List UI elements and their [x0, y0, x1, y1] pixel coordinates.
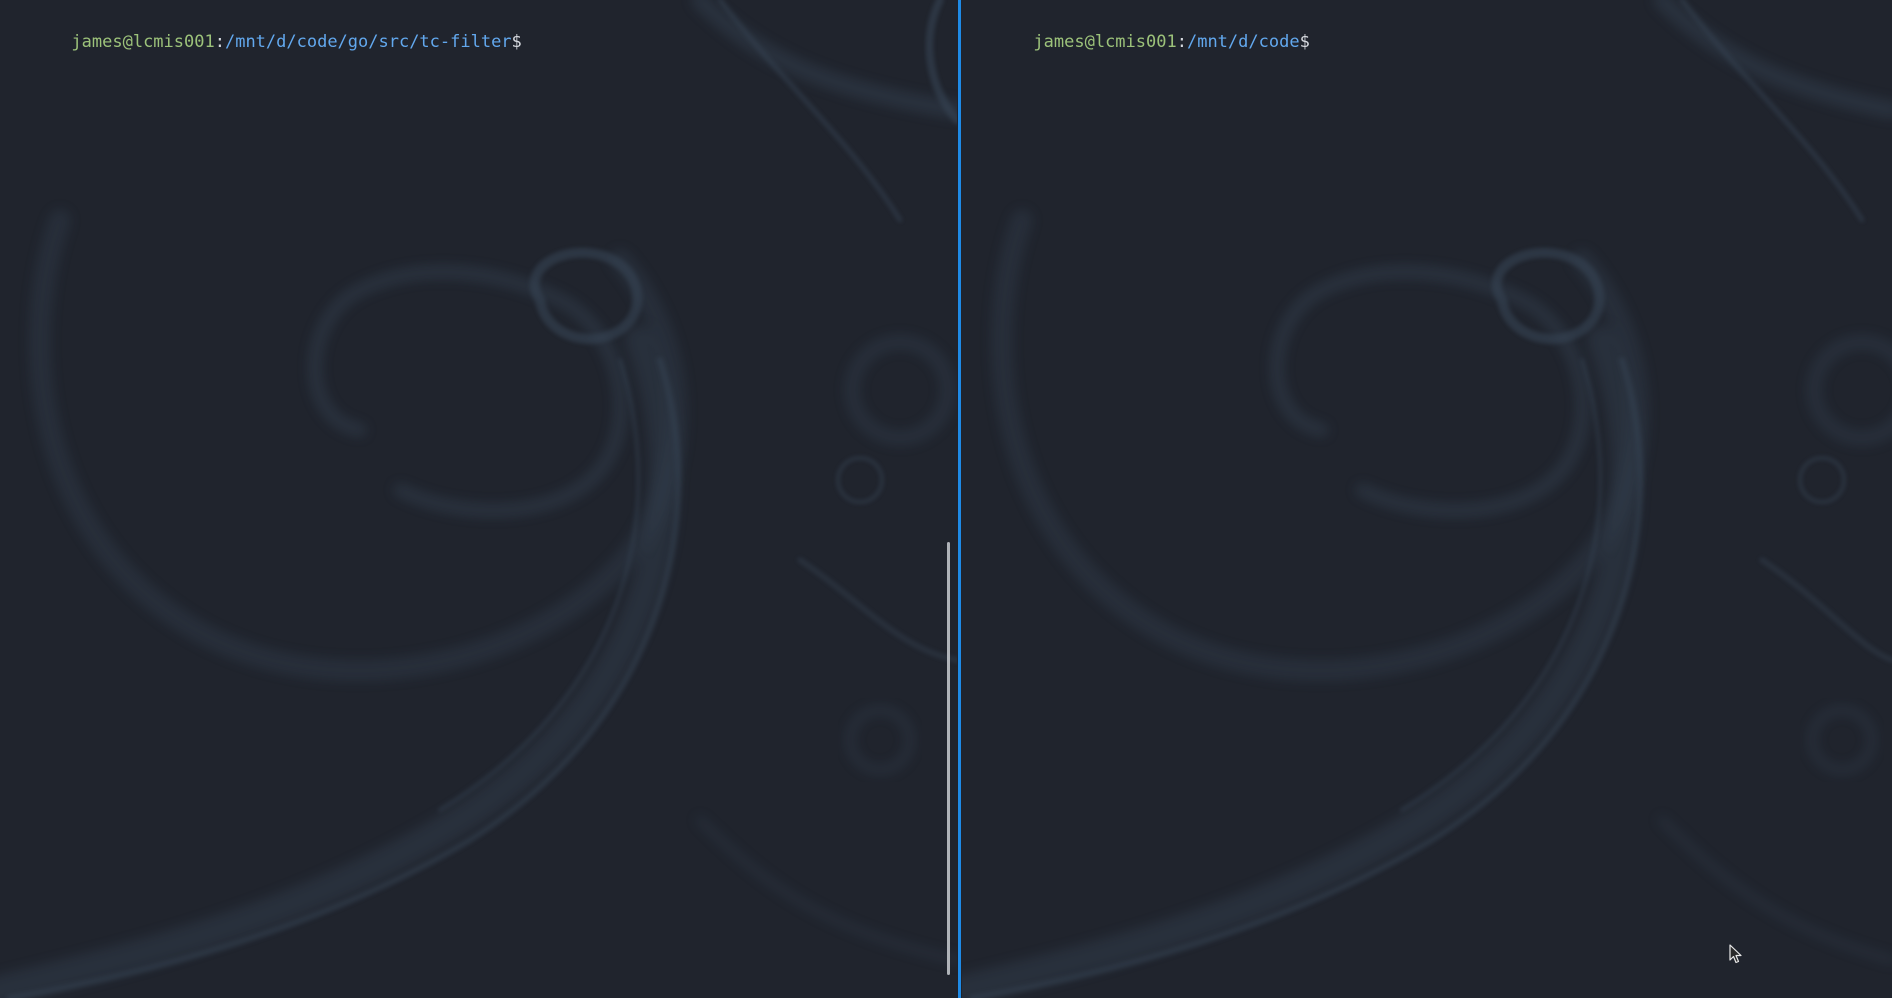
wallpaper-left	[0, 0, 957, 998]
shell-prompt: james@lcmis001:/mnt/d/code$	[972, 9, 1310, 75]
wallpaper-right	[962, 0, 1892, 998]
terminal-pane-left[interactable]: james@lcmis001:/mnt/d/code/go/src/tc-fil…	[0, 0, 957, 998]
prompt-symbol: $	[1299, 32, 1310, 52]
prompt-user-host: james@lcmis001	[71, 32, 215, 52]
prompt-separator: :	[1176, 32, 1187, 52]
prompt-path: /mnt/d/code	[1186, 32, 1300, 52]
terminal-window: james@lcmis001:/mnt/d/code/go/src/tc-fil…	[0, 0, 1892, 998]
active-pane-indicator	[958, 0, 961, 998]
scrollbar-thumb[interactable]	[947, 542, 950, 975]
terminal-pane-right[interactable]: james@lcmis001:/mnt/d/code$	[962, 0, 1892, 998]
prompt-symbol: $	[511, 32, 522, 52]
arrow-cursor-icon	[1729, 944, 1742, 964]
prompt-user-host: james@lcmis001	[1033, 32, 1177, 52]
shell-prompt: james@lcmis001:/mnt/d/code/go/src/tc-fil…	[10, 9, 522, 75]
scrollbar[interactable]	[943, 0, 953, 998]
prompt-separator: :	[214, 32, 225, 52]
prompt-path: /mnt/d/code/go/src/tc-filter	[224, 32, 512, 52]
